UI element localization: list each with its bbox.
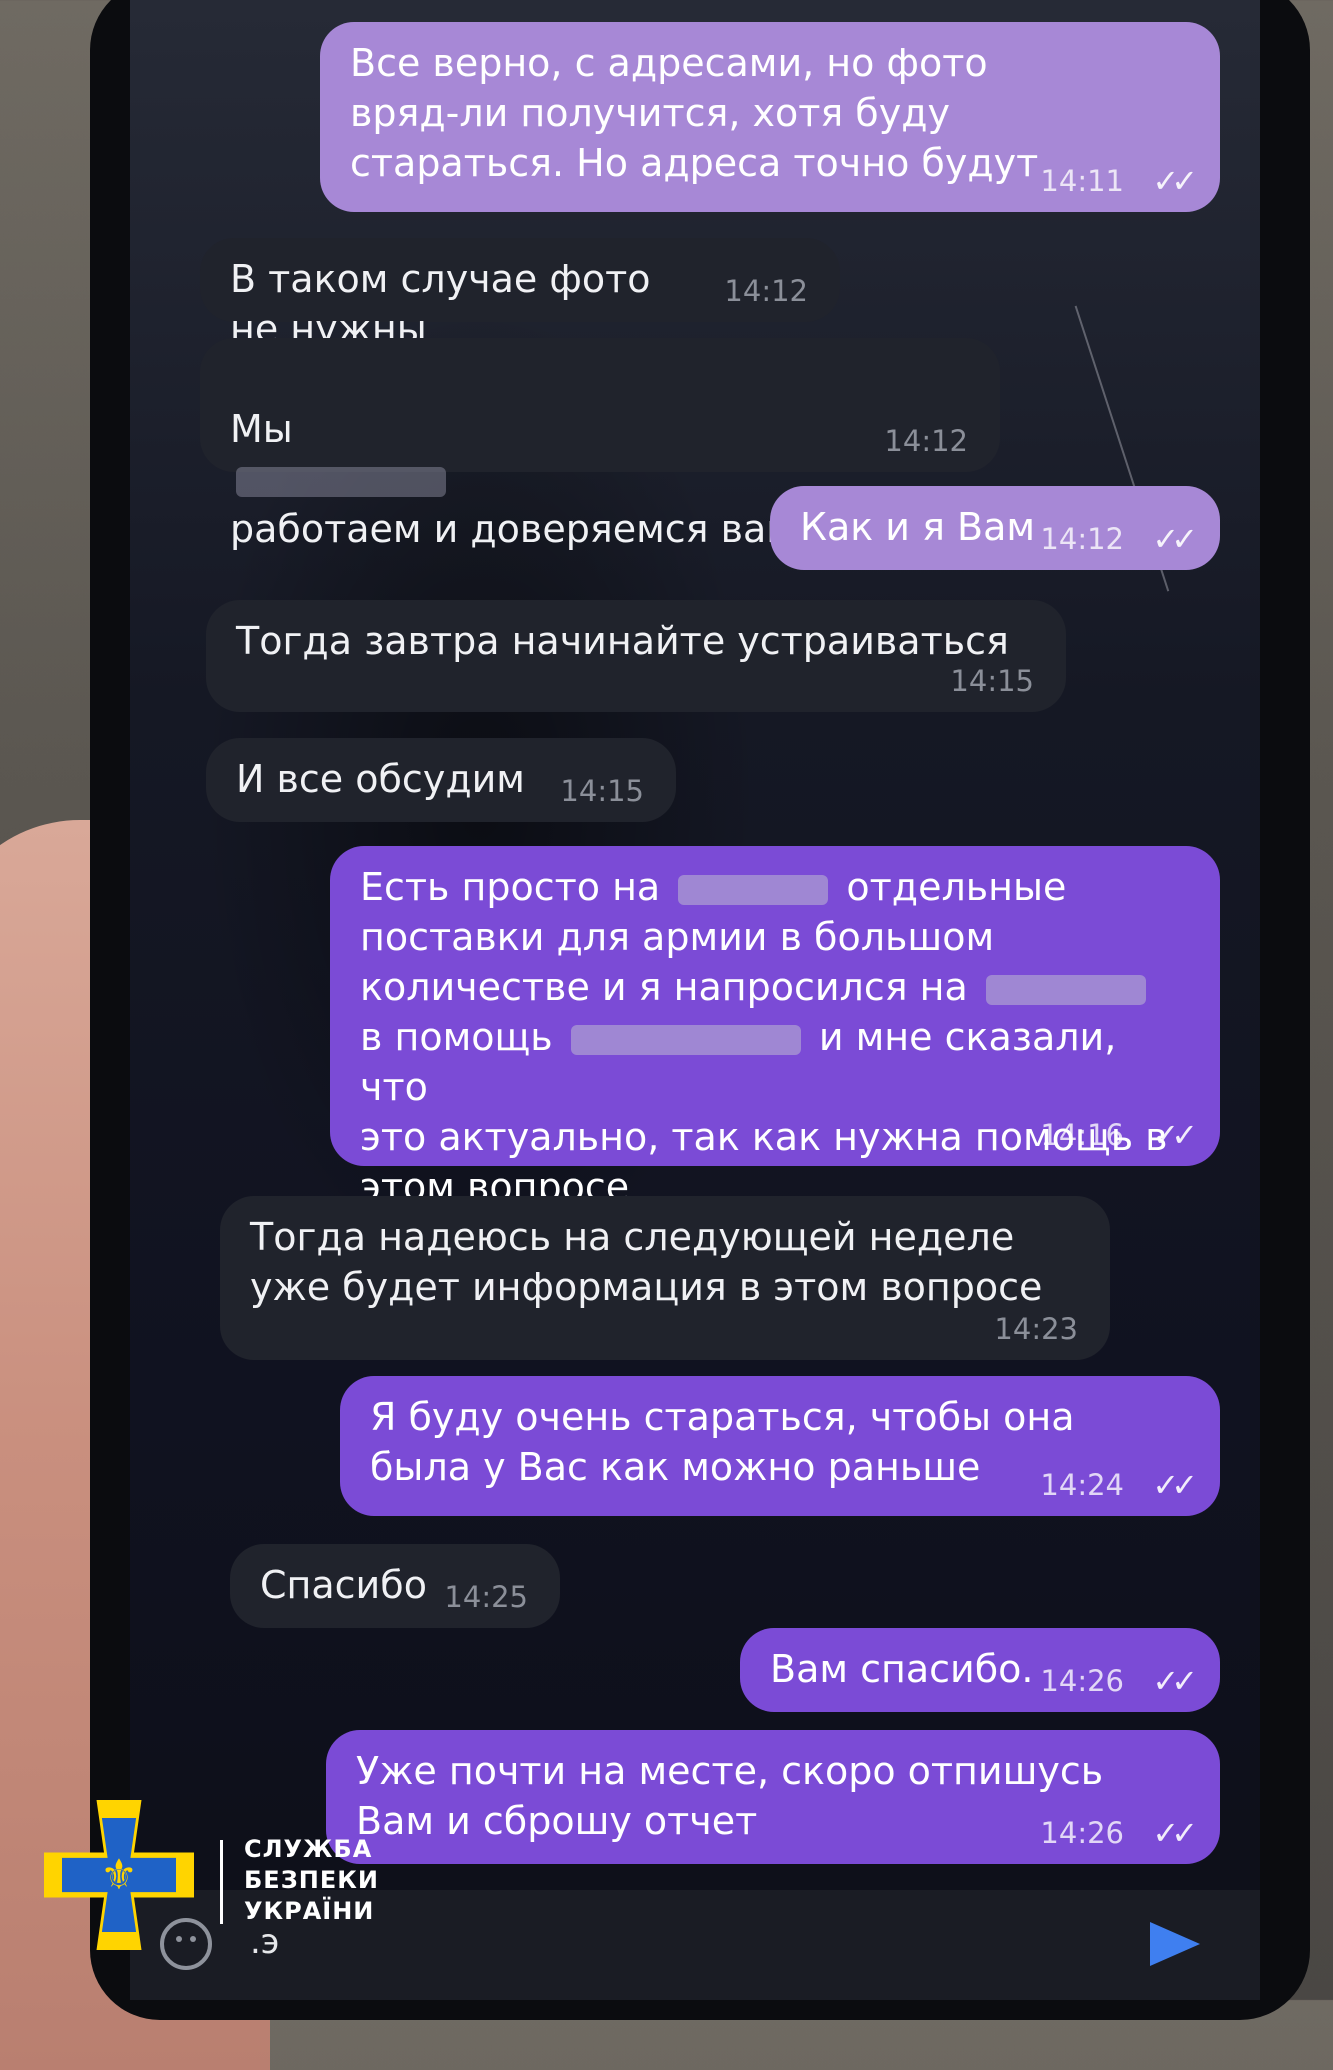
message-text: Все верно, с адресами, но фото вряд-ли п… (350, 41, 1039, 185)
message-text-part: в помощь (360, 1015, 553, 1059)
redacted-text (678, 874, 829, 905)
message-text-part: Мы (230, 407, 293, 451)
message-text: Тогда завтра начинайте устраиваться (236, 619, 1009, 663)
double-check-icon: ✓✓ (1152, 1662, 1198, 1700)
message-incoming[interactable]: Мы работаем и доверяемся вам 14:12 (200, 338, 1000, 551)
message-time: 14:26 (1040, 1816, 1124, 1850)
logo-text: СЛУЖБА БЕЗПЕКИ УКРАЇНИ (244, 1835, 379, 1925)
message-text: Как и я Вам (800, 505, 1036, 549)
redacted-text (985, 974, 1146, 1005)
chat-screen[interactable]: Все верно, с адресами, но фото вряд-ли п… (130, 0, 1260, 2000)
message-line: поставки для армии в большом (360, 915, 995, 959)
message-incoming[interactable]: И все обсудим 14:15 (206, 738, 676, 822)
message-text: Тогда надеюсь на следующей неделе уже бу… (250, 1215, 1043, 1309)
message-text: И все обсудим (236, 757, 525, 801)
message-time: 14:25 (444, 1580, 528, 1614)
message-incoming[interactable]: Спасибо 14:25 (230, 1544, 560, 1628)
message-outgoing[interactable]: Я буду очень стараться, чтобы она была у… (340, 1376, 1220, 1516)
message-time: 14:15 (950, 664, 1034, 698)
double-check-icon: ✓✓ (1152, 1466, 1198, 1504)
message-text: Уже почти на месте, скоро отпишусь Вам и… (356, 1749, 1104, 1843)
sbu-watermark: ⚜ СЛУЖБА БЕЗПЕКИ УКРАЇНИ (44, 1800, 404, 1960)
message-time: 14:16 (1040, 1118, 1124, 1152)
message-text: Вам спасибо. (770, 1647, 1034, 1691)
message-text-part: работаем и доверяемся вам (230, 507, 795, 551)
message-outgoing[interactable]: Уже почти на месте, скоро отпишусь Вам и… (326, 1730, 1220, 1864)
double-check-icon: ✓✓ (1152, 520, 1198, 558)
message-outgoing[interactable]: Все верно, с адресами, но фото вряд-ли п… (320, 22, 1220, 212)
double-check-icon: ✓✓ (1152, 1814, 1198, 1852)
message-time: 14:11 (1040, 164, 1124, 198)
redacted-text (570, 1024, 801, 1055)
trident-icon: ⚜ (100, 1850, 138, 1899)
message-text: Есть просто на отдельные поставки для ар… (360, 862, 1180, 1212)
redacted-text (236, 466, 446, 497)
message-text-part: Есть просто на (360, 865, 661, 909)
message-text-part: количестве и я напросился на (360, 965, 968, 1009)
double-check-icon: ✓✓ (1152, 162, 1198, 200)
message-incoming[interactable]: Тогда завтра начинайте устраиваться 14:1… (206, 600, 1066, 712)
message-line: Есть просто на отдельные (360, 862, 1180, 912)
message-time: 14:12 (724, 274, 808, 308)
message-outgoing[interactable]: Есть просто на отдельные поставки для ар… (330, 846, 1220, 1209)
message-time: 14:12 (1040, 522, 1124, 556)
message-incoming[interactable]: Тогда надеюсь на следующей неделе уже бу… (220, 1196, 1110, 1360)
logo-divider (220, 1840, 223, 1924)
message-time: 14:12 (884, 424, 968, 458)
message-text: Я буду очень стараться, чтобы она была у… (370, 1395, 1075, 1489)
message-text: Спасибо (260, 1563, 427, 1607)
message-incoming[interactable]: В таком случае фото не нужны 14:12 (200, 238, 840, 351)
message-time: 14:24 (1040, 1468, 1124, 1502)
sbu-emblem-icon: ⚜ (44, 1800, 194, 1950)
double-check-icon: ✓✓ (1152, 1116, 1198, 1154)
send-icon[interactable] (1150, 1922, 1200, 1966)
message-time: 14:26 (1040, 1664, 1124, 1698)
message-line: в помощь и мне сказали, что (360, 1012, 1180, 1112)
message-outgoing[interactable]: Как и я Вам 14:12 ✓✓ (770, 486, 1220, 570)
message-time: 14:15 (560, 774, 644, 808)
message-text-part: отдельные (846, 865, 1067, 909)
message-outgoing[interactable]: Вам спасибо. 14:26 ✓✓ (740, 1628, 1220, 1712)
message-time: 14:23 (994, 1312, 1078, 1346)
message-line: количестве и я напросился на (360, 962, 1180, 1012)
